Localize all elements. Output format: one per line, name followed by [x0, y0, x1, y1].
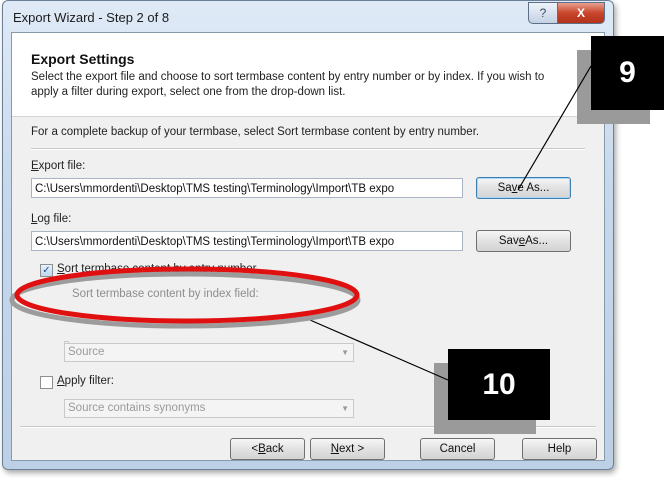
sort-by-index-label: Sort termbase content by index field:	[72, 288, 259, 300]
title-bar[interactable]: Export Wizard - Step 2 of 8 ? X	[3, 1, 613, 33]
sort-by-entry-label[interactable]: Sort termbase content by entry number	[57, 263, 256, 275]
apply-filter-label[interactable]: Apply filter:	[57, 375, 114, 387]
page-title: Export Settings	[31, 51, 135, 67]
export-file-label: Export file:	[31, 160, 86, 172]
log-save-as-button[interactable]: Sav e As...	[476, 230, 571, 252]
log-file-input[interactable]: C:\Users\mmordenti\Desktop\TMS testing\T…	[31, 231, 463, 251]
export-file-input[interactable]: C:\Users\mmordenti\Desktop\TMS testing\T…	[31, 178, 463, 198]
next-button[interactable]: Next >	[310, 438, 385, 460]
help-icon[interactable]: ?	[528, 2, 558, 24]
callout-10: 10	[448, 349, 550, 420]
divider	[31, 148, 585, 150]
sort-by-entry-checkbox[interactable]: ✓	[40, 264, 53, 277]
close-icon[interactable]: X	[557, 2, 605, 24]
window-title: Export Wizard - Step 2 of 8	[13, 10, 170, 25]
chevron-down-icon: ▼	[341, 404, 349, 413]
apply-filter-checkbox[interactable]	[40, 376, 53, 389]
footer-divider	[20, 426, 596, 428]
export-save-as-button[interactable]: Sa v e As...	[476, 177, 571, 199]
backup-note: For a complete backup of your termbase, …	[31, 126, 480, 138]
index-field-select[interactable]: Source ▼	[64, 343, 354, 362]
chevron-down-icon: ▼	[341, 348, 349, 357]
back-button[interactable]: < Back	[230, 438, 305, 460]
wizard-header: Export Settings Select the export file a…	[12, 33, 604, 117]
page-description: Select the export file and choose to sor…	[31, 71, 545, 98]
callout-9: 9	[591, 36, 664, 110]
log-file-label: Log file:	[31, 213, 72, 225]
cancel-button[interactable]: Cancel	[420, 438, 495, 460]
filter-select[interactable]: Source contains synonyms ▼	[64, 399, 354, 418]
help-button[interactable]: Help	[522, 438, 597, 460]
